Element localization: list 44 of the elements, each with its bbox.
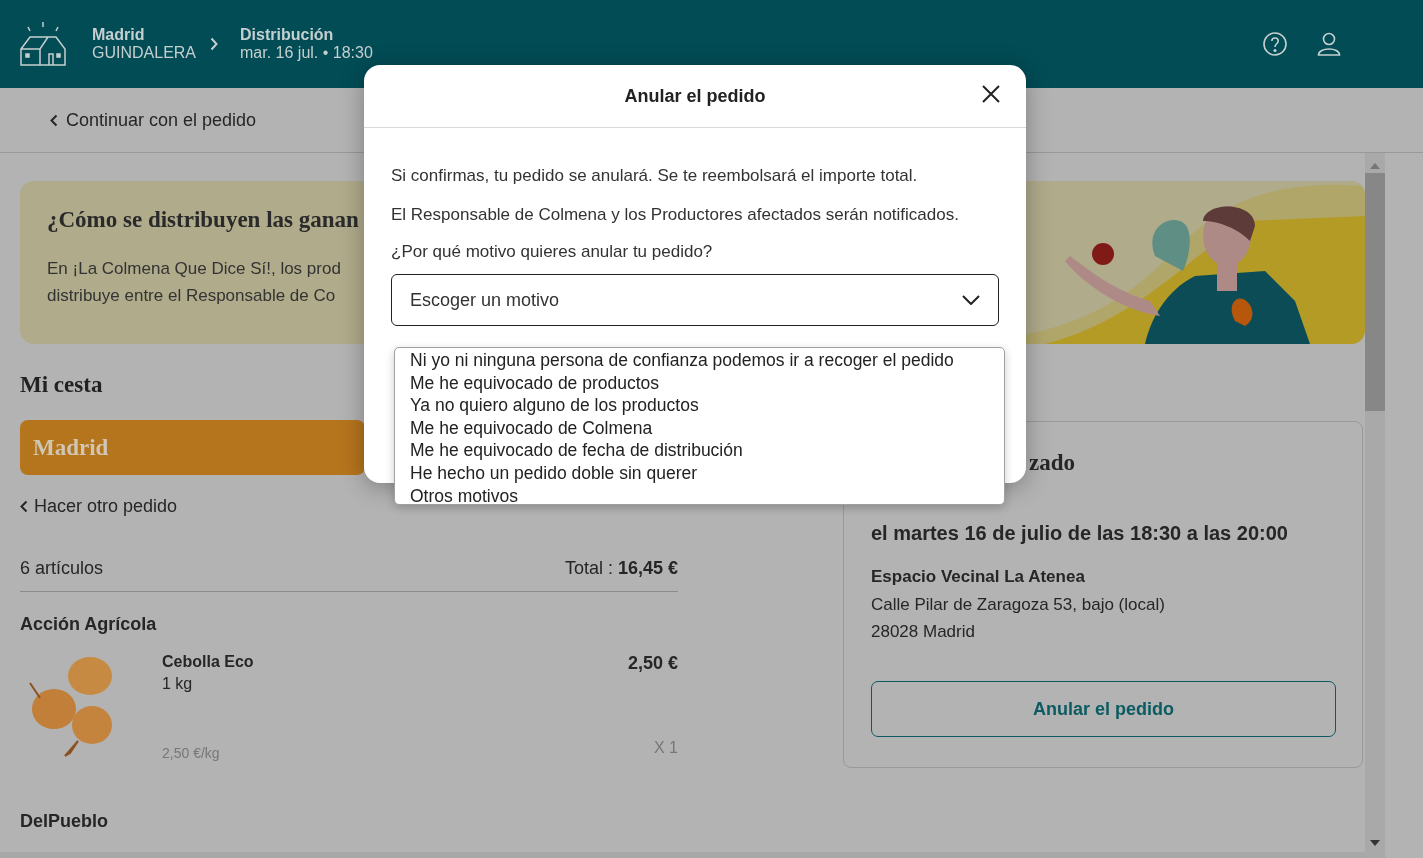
reason-option[interactable]: Me he equivocado de fecha de distribución [395, 439, 1004, 462]
question-label: ¿Por qué motivo quieres anular tu pedido? [391, 242, 714, 262]
house-icon[interactable] [20, 21, 66, 67]
hive-header: Madrid [20, 420, 365, 475]
pickup-time: el martes 16 de julio de las 18:30 a las 20:00 [871, 522, 1289, 545]
card-title: zado [1028, 450, 1076, 476]
banner-title: ¿Cómo se distribuyen las ganan [47, 207, 360, 233]
user-icon[interactable] [1317, 32, 1341, 56]
chevron-right-icon [210, 37, 219, 51]
reason-option[interactable]: Ya no quiero alguno de los productos [395, 394, 1004, 417]
cancel-order-button[interactable]: Anular el pedido [871, 681, 1336, 737]
product-unit: 1 kg [162, 675, 194, 693]
reason-select[interactable]: Escoger un motivo [391, 274, 999, 326]
scroll-down-icon[interactable] [1370, 840, 1380, 846]
product-quantity: X 1 [654, 739, 678, 757]
distribution-label: Distribución [240, 26, 335, 44]
distribution-date: mar. 16 jul. • 18:30 [240, 44, 373, 62]
product-price: 2,50 € [627, 653, 678, 674]
order-total: Total : 16,45 € [564, 558, 678, 579]
dialog-text: El Responsable de Colmena y los Productores afectados serán notificados. [391, 204, 960, 226]
reason-option[interactable]: Otros motivos [395, 484, 1004, 504]
unit-price: 2,50 €/kg [162, 745, 221, 761]
close-icon[interactable] [982, 85, 1000, 103]
chevron-left-icon [20, 500, 28, 513]
reason-option[interactable]: He hecho un pedido doble sin querer [395, 461, 1004, 485]
reason-option[interactable]: Ni yo ni ninguna persona de confianza podemos ir a recoger el pedido [395, 349, 1004, 372]
dialog-title: Anular el pedido [624, 85, 766, 107]
help-icon[interactable] [1263, 32, 1287, 56]
chevron-left-icon [50, 113, 58, 127]
item-count: 6 artículos [20, 558, 104, 579]
hive-area: GUINDALERA [92, 44, 197, 62]
pickup-address: Calle Pilar de Zaragoza 53, bajo (local) 28028 Madrid [871, 594, 1166, 643]
producer-name: Acción Agrícola [20, 614, 158, 635]
banner-text: En ¡La Colmena Que Dice Sí!, los prod distribuye entre el Responsable de Co [47, 258, 342, 307]
chevron-down-icon [962, 295, 980, 305]
product-name: Cebolla Eco [162, 653, 255, 671]
pickup-place: Espacio Vecinal La Atenea [871, 567, 1086, 587]
hive-name: Madrid [92, 26, 146, 44]
reason-option[interactable]: Me he equivocado de productos [395, 371, 1004, 395]
back-link[interactable]: Continuar con el pedido [50, 109, 257, 131]
dialog-text: Si confirmas, tu pedido se anulará. Se te reembolsará el importe total. [391, 165, 919, 187]
producer-name: DelPueblo [20, 811, 109, 832]
reason-option[interactable]: Me he equivocado de Colmena [395, 416, 1004, 440]
section-title: Mi cesta [20, 372, 103, 398]
